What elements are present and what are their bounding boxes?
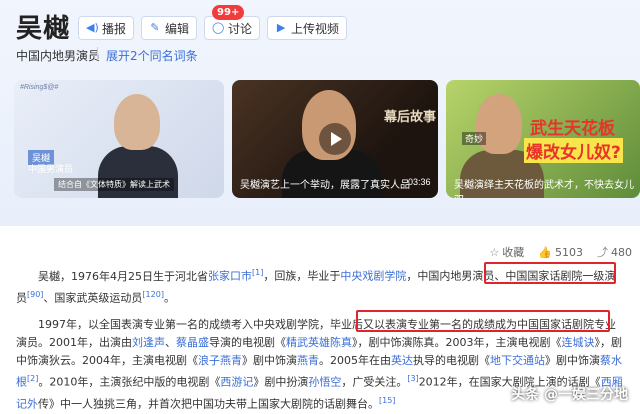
text: 》剧中扮演 xyxy=(253,375,309,389)
text: 吴樾，1976年4月25日生于河北省 xyxy=(38,269,208,283)
video-role-tag: 中国男演员 xyxy=(28,164,74,174)
link-drama[interactable]: 西游记 xyxy=(220,376,253,389)
link-zhangjiakou[interactable]: 张家口市 xyxy=(208,270,252,283)
text: 导演的电视剧《 xyxy=(209,336,286,349)
text: 、国家武英级运动员 xyxy=(43,291,143,305)
video-card-1[interactable]: #Rising$@# 吴樾 中国男演员 结合自《文体特质》解读上武术 xyxy=(14,80,224,198)
link-person[interactable]: 英达 xyxy=(391,354,413,367)
text: 、 xyxy=(165,336,176,349)
page-title: 吴樾 xyxy=(16,14,71,44)
video-thumbnail-face xyxy=(476,94,522,154)
entry-subtitle: 中国内地男演员 xyxy=(16,49,101,63)
like-button[interactable]: 👍 5103 xyxy=(538,246,583,259)
link-person[interactable]: 刘逢声 xyxy=(132,336,165,349)
text: 》，剧中饰演陈真。2003年，主演电视剧《 xyxy=(352,336,562,349)
source-watermark: 头条 @一娱三分地 xyxy=(511,387,628,403)
comment-icon: ◯ xyxy=(212,21,225,34)
link-drama[interactable]: 地下交通站 xyxy=(490,354,545,367)
broadcast-button[interactable]: ◀) 播报 xyxy=(78,16,135,40)
discuss-button[interactable]: 99+ ◯ 讨论 xyxy=(204,5,261,40)
video-poster-text: 幕后故事 xyxy=(384,110,437,125)
text: 传》中一人独挑三角，并首次把中国功夫带上国家大剧院的话剧舞台。 xyxy=(38,397,379,411)
text: 》剧中饰演 xyxy=(242,354,297,367)
ref-2[interactable]: [2] xyxy=(27,374,38,383)
video-title-line-2: 爆改女儿奴? xyxy=(524,138,623,163)
link-academy[interactable]: 中央戏剧学院 xyxy=(340,270,406,283)
video-channel-logo: #Rising$@# xyxy=(20,84,59,91)
edit-label: 编辑 xyxy=(165,21,190,36)
annotation-box-1 xyxy=(484,262,616,284)
text: 。2010年，主演张纪中版的电视剧《 xyxy=(38,375,221,389)
broadcast-label: 播报 xyxy=(102,21,127,36)
ref-1[interactable]: [1] xyxy=(252,268,263,277)
video-caption: 结合自《文体特质》解读上武术 xyxy=(54,178,174,191)
link-character[interactable]: 燕青 xyxy=(297,354,319,367)
star-icon: ☆ xyxy=(489,245,500,259)
ref-90[interactable]: [90] xyxy=(27,290,43,299)
play-icon[interactable] xyxy=(319,123,351,155)
video-caption: 吴樾演艺上一个举动，展露了真实人品 xyxy=(240,180,410,191)
link-drama[interactable]: 连城诀 xyxy=(562,336,595,349)
collect-button[interactable]: ☆ 收藏 xyxy=(489,244,524,260)
upload-video-label: 上传视频 xyxy=(291,21,340,36)
ref-120[interactable]: [120] xyxy=(142,290,164,299)
annotation-box-2 xyxy=(356,310,610,332)
upload-video-button[interactable]: ▶ 上传视频 xyxy=(267,16,348,40)
video-card-2[interactable]: 幕后故事 吴樾演艺上一个举动，展露了真实人品 03:36 xyxy=(232,80,438,198)
subtitle-divider xyxy=(97,47,98,60)
video-card-3[interactable]: 奇妙 武生天花板 爆改女儿奴? 吴樾演绎主天花板的武术才，不快去女儿双 xyxy=(446,80,640,198)
upload-video-icon: ▶ xyxy=(276,21,286,34)
text: 。2005年在由 xyxy=(319,354,391,367)
text: ，广受关注。 xyxy=(341,375,408,389)
text: 。 xyxy=(163,291,175,305)
text: 执导的电视剧《 xyxy=(413,354,490,367)
discuss-label: 讨论 xyxy=(228,21,253,36)
video-thumbnail-face xyxy=(114,94,160,150)
edit-icon: ✎ xyxy=(150,21,160,34)
edit-button[interactable]: ✎ 编辑 xyxy=(141,16,198,40)
link-character[interactable]: 孙悟空 xyxy=(308,376,341,389)
ref-3[interactable]: [3] xyxy=(407,374,418,383)
link-drama[interactable]: 浪子燕青 xyxy=(198,354,242,367)
like-count: 5103 xyxy=(555,245,583,259)
action-bar: ◀) 播报 ✎ 编辑 99+ ◯ 讨论 ▶ 上传视频 xyxy=(78,5,348,40)
entry-toolbar: ☆ 收藏 👍 5103 ⤴ 480 xyxy=(489,244,632,260)
collect-label: 收藏 xyxy=(502,246,525,259)
speaker-icon: ◀) xyxy=(86,21,99,34)
video-tag: 奇妙 xyxy=(462,132,487,145)
share-button[interactable]: ⤴ 480 xyxy=(597,244,632,260)
video-duration: 03:36 xyxy=(408,177,431,187)
discuss-count-badge: 99+ xyxy=(212,5,245,20)
link-drama[interactable]: 精武英雄陈真 xyxy=(286,336,352,349)
video-caption: 吴樾演绎主天花板的武术才，不快去女儿双 xyxy=(454,180,634,198)
expand-homonyms-link[interactable]: 展开2个同名词条 xyxy=(106,47,198,64)
share-count: 480 xyxy=(611,245,632,259)
thumbs-up-icon: 👍 xyxy=(538,245,552,259)
video-title-line-1: 武生天花板 xyxy=(530,119,615,139)
ref-15[interactable]: [15] xyxy=(379,396,395,405)
text: ，回族，毕业于 xyxy=(263,269,341,283)
link-person[interactable]: 蔡晶盛 xyxy=(176,336,209,349)
text: 》剧中饰演 xyxy=(545,354,600,367)
share-icon: ⤴ xyxy=(597,246,608,259)
